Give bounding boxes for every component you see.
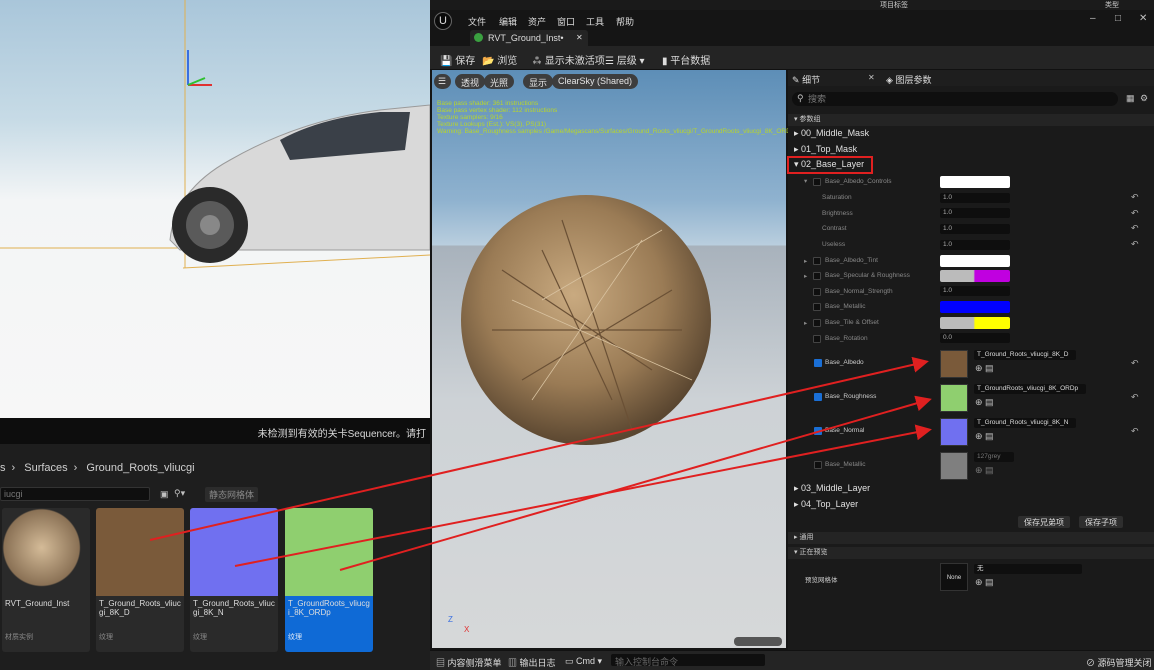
cmd-dropdown[interactable]: ▭ Cmd ▾ (565, 656, 602, 667)
console-input[interactable]: 输入控制台命令 (611, 654, 765, 667)
content-drawer-button[interactable]: ▤ 内容侧滑菜单 (436, 656, 502, 669)
log-icon: ▥ (508, 658, 518, 668)
cmd-label: Cmd (576, 656, 596, 666)
source-control-label: 源码管理关闭 (1097, 658, 1152, 668)
drawer-icon: ▤ (436, 658, 446, 668)
output-log-label: 输出日志 (519, 658, 556, 668)
source-control-button[interactable]: ⊘ 源码管理关闭 (1086, 656, 1152, 669)
drawer-label: 内容侧滑菜单 (447, 658, 502, 668)
console-icon: ▭ (565, 656, 574, 666)
annotation-arrows (149, 356, 932, 571)
output-log-button[interactable]: ▥ 输出日志 (508, 656, 556, 669)
source-control-icon: ⊘ (1086, 658, 1096, 668)
